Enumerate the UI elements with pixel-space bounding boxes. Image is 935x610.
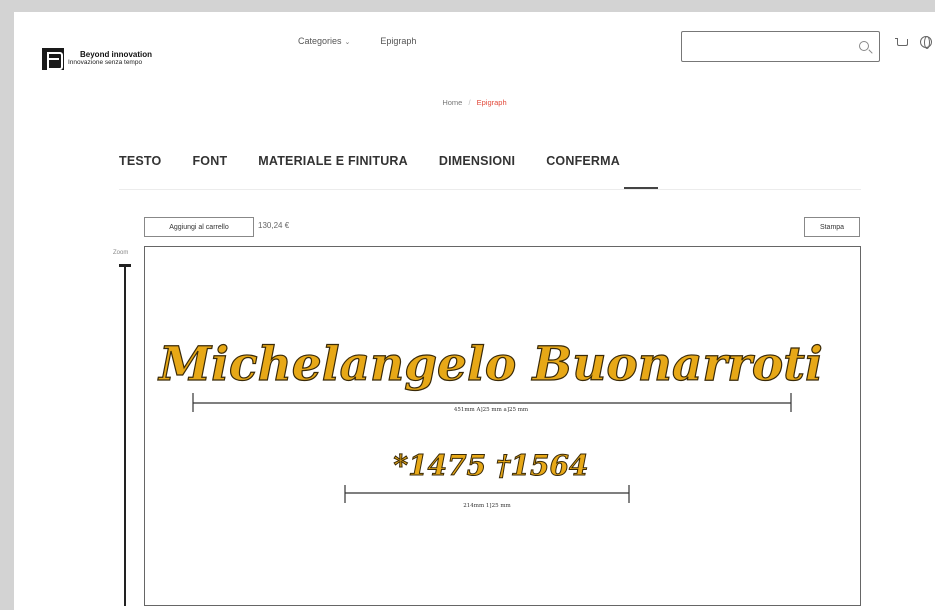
zoom-slider[interactable] [124, 265, 126, 606]
chevron-down-icon: ⌄ [344, 39, 351, 46]
nav-categories-label: Categories [298, 36, 342, 46]
epigraph-dates: *1475 †1564 [394, 449, 589, 482]
tab-font[interactable]: FONT [192, 154, 227, 168]
epigraph-name: Michelangelo Buonarroti [157, 337, 823, 392]
active-tab-indicator [624, 187, 658, 189]
logo[interactable]: Beyond innovation Innovazione senza temp… [38, 32, 181, 86]
breadcrumb-current: Epigraph [476, 98, 507, 107]
step-tabs: TESTO FONT MATERIALE E FINITURA DIMENSIO… [119, 154, 651, 168]
logo-icon [42, 48, 64, 70]
breadcrumb-home[interactable]: Home [442, 98, 462, 107]
preview-drawing: Michelangelo Buonarroti 451mm A]25 mm a]… [157, 336, 824, 509]
logo-text: Beyond innovation Innovazione senza temp… [68, 50, 152, 66]
tab-conferma[interactable]: CONFERMA [546, 154, 620, 168]
dates-dimension-label: 214mm 1]25 mm [463, 503, 511, 509]
print-button[interactable]: Stampa [804, 217, 860, 237]
tab-materiale-e-finitura[interactable]: MATERIALE E FINITURA [258, 154, 408, 168]
breadcrumb: Home / Epigraph [14, 98, 935, 107]
globe-icon[interactable] [920, 36, 932, 49]
zoom-label: Zoom [113, 250, 129, 256]
page: Beyond innovation Innovazione senza temp… [14, 12, 935, 610]
tab-testo[interactable]: TESTO [119, 154, 161, 168]
search-box[interactable] [681, 31, 880, 62]
zoom-slider-handle[interactable] [119, 264, 131, 267]
main-nav: Categories ⌄ Epigraph [298, 36, 416, 46]
search-icon[interactable] [859, 41, 869, 51]
add-to-cart-button[interactable]: Aggiungi al carrello [144, 217, 254, 237]
tab-dimensioni[interactable]: DIMENSIONI [439, 154, 515, 168]
epigraph-preview: Michelangelo Buonarroti 451mm A]25 mm a]… [144, 246, 861, 606]
tabs-divider [119, 189, 861, 190]
cart-icon[interactable] [895, 37, 908, 49]
price: 130,24 € [258, 221, 290, 230]
nav-categories[interactable]: Categories ⌄ [298, 36, 350, 46]
brand-subtitle: Innovazione senza tempo [68, 58, 143, 66]
name-dimension-label: 451mm A]25 mm a]25 mm [454, 407, 529, 413]
breadcrumb-separator: / [468, 98, 471, 107]
nav-epigraph[interactable]: Epigraph [380, 36, 416, 46]
